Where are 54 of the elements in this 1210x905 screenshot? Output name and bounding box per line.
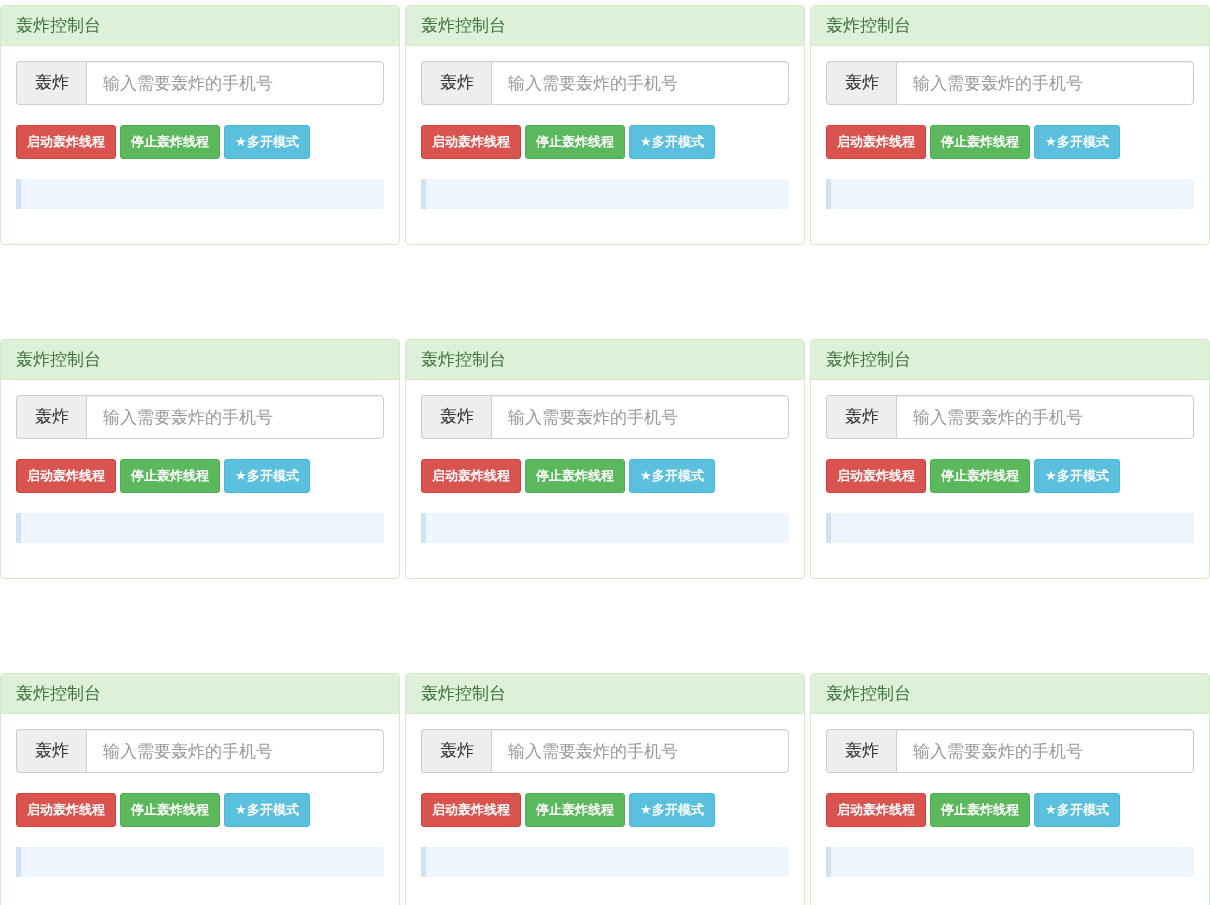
phone-input-field[interactable]: 输入需要轰炸的手机号 xyxy=(491,729,789,773)
input-addon: 轰炸 xyxy=(421,729,491,773)
phone-input-field[interactable]: 输入需要轰炸的手机号 xyxy=(491,395,789,439)
multi-mode-button[interactable]: ★多开模式 xyxy=(629,793,715,827)
start-button[interactable]: 启动轰炸线程 xyxy=(826,125,926,159)
phone-input-field[interactable]: 输入需要轰炸的手机号 xyxy=(86,395,384,439)
stop-button[interactable]: 停止轰炸线程 xyxy=(525,793,625,827)
phone-input-field[interactable]: 输入需要轰炸的手机号 xyxy=(896,729,1194,773)
panel-title: 轰炸控制台 xyxy=(406,340,804,380)
multi-mode-button[interactable]: ★多开模式 xyxy=(224,793,310,827)
multi-mode-button[interactable]: ★多开模式 xyxy=(224,459,310,493)
phone-input-field[interactable]: 输入需要轰炸的手机号 xyxy=(896,61,1194,105)
panel-title: 轰炸控制台 xyxy=(406,6,804,46)
multi-mode-button[interactable]: ★多开模式 xyxy=(629,125,715,159)
panel-title: 轰炸控制台 xyxy=(406,674,804,714)
multi-mode-button[interactable]: ★多开模式 xyxy=(224,125,310,159)
phone-input-field[interactable]: 输入需要轰炸的手机号 xyxy=(86,61,384,105)
start-button[interactable]: 启动轰炸线程 xyxy=(421,793,521,827)
start-button[interactable]: 启动轰炸线程 xyxy=(421,459,521,493)
start-button[interactable]: 启动轰炸线程 xyxy=(16,793,116,827)
panel-title: 轰炸控制台 xyxy=(811,674,1209,714)
input-addon: 轰炸 xyxy=(421,61,491,105)
phone-input-field[interactable]: 输入需要轰炸的手机号 xyxy=(86,729,384,773)
phone-input-field[interactable]: 输入需要轰炸的手机号 xyxy=(896,395,1194,439)
input-addon: 轰炸 xyxy=(16,729,86,773)
panel-title: 轰炸控制台 xyxy=(1,6,399,46)
phone-input-field[interactable]: 输入需要轰炸的手机号 xyxy=(491,61,789,105)
input-addon: 轰炸 xyxy=(421,395,491,439)
stop-button[interactable]: 停止轰炸线程 xyxy=(120,125,220,159)
input-addon: 轰炸 xyxy=(16,61,86,105)
stop-button[interactable]: 停止轰炸线程 xyxy=(525,459,625,493)
input-addon: 轰炸 xyxy=(826,61,896,105)
stop-button[interactable]: 停止轰炸线程 xyxy=(120,793,220,827)
panel-title: 轰炸控制台 xyxy=(1,674,399,714)
start-button[interactable]: 启动轰炸线程 xyxy=(16,125,116,159)
input-addon: 轰炸 xyxy=(826,729,896,773)
start-button[interactable]: 启动轰炸线程 xyxy=(16,459,116,493)
multi-mode-button[interactable]: ★多开模式 xyxy=(1034,125,1120,159)
start-button[interactable]: 启动轰炸线程 xyxy=(421,125,521,159)
stop-button[interactable]: 停止轰炸线程 xyxy=(930,125,1030,159)
stop-button[interactable]: 停止轰炸线程 xyxy=(525,125,625,159)
multi-mode-button[interactable]: ★多开模式 xyxy=(1034,793,1120,827)
panel-title: 轰炸控制台 xyxy=(1,340,399,380)
multi-mode-button[interactable]: ★多开模式 xyxy=(629,459,715,493)
panel-title: 轰炸控制台 xyxy=(811,340,1209,380)
input-addon: 轰炸 xyxy=(826,395,896,439)
start-button[interactable]: 启动轰炸线程 xyxy=(826,459,926,493)
stop-button[interactable]: 停止轰炸线程 xyxy=(120,459,220,493)
stop-button[interactable]: 停止轰炸线程 xyxy=(930,459,1030,493)
multi-mode-button[interactable]: ★多开模式 xyxy=(1034,459,1120,493)
start-button[interactable]: 启动轰炸线程 xyxy=(826,793,926,827)
stop-button[interactable]: 停止轰炸线程 xyxy=(930,793,1030,827)
panel-title: 轰炸控制台 xyxy=(811,6,1209,46)
input-addon: 轰炸 xyxy=(16,395,86,439)
